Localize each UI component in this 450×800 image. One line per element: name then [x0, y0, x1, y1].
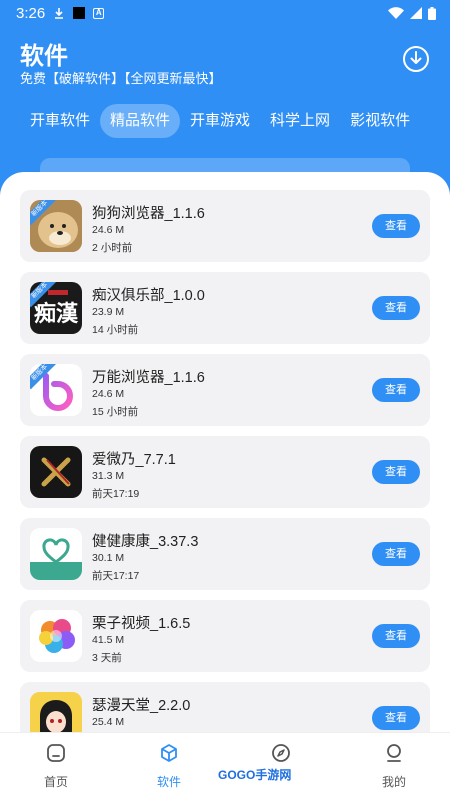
- view-button[interactable]: 查看: [372, 542, 420, 566]
- nav-home-label: 首页: [43, 775, 68, 789]
- notification-icon: [73, 7, 86, 19]
- app-size: 41.5 M: [92, 634, 125, 646]
- nav-mine[interactable]: 我的: [354, 743, 434, 790]
- category-tabs: 开車软件 精品软件 开車游戏 科学上网 影视软件: [20, 104, 420, 138]
- download-icon[interactable]: [402, 45, 430, 73]
- app-name: 万能浏览器_1.1.6: [92, 370, 205, 386]
- doge-icon: 新版本: [30, 200, 82, 252]
- list-item[interactable]: 栗子视频_1.6.5 41.5 M 3 天前 查看: [20, 600, 430, 672]
- cube-icon: [161, 744, 177, 762]
- app-size: 31.3 M: [92, 470, 125, 482]
- app-size: 24.6 M: [92, 224, 125, 236]
- view-button[interactable]: 查看: [372, 624, 420, 648]
- signal-icon: [410, 7, 422, 19]
- app-updated-time: 14 小时前: [92, 324, 139, 336]
- app-size: 25.4 M: [92, 716, 125, 728]
- app-name: 痴汉俱乐部_1.0.0: [92, 288, 205, 304]
- app-updated-time: 2 小时前: [92, 242, 133, 254]
- page-title: 软件: [20, 43, 68, 70]
- app-size: 24.6 M: [92, 388, 125, 400]
- compass-icon: [272, 744, 290, 762]
- app-updated-time: 3 天前: [92, 652, 122, 664]
- view-button[interactable]: 查看: [372, 460, 420, 484]
- list-item[interactable]: 爱微乃_7.7.1 31.3 M 前天17:19 查看: [20, 436, 430, 508]
- nav-mine-label: 我的: [381, 775, 406, 789]
- list-item[interactable]: 新版本 万能浏览器_1.1.6 24.6 M 15 小时前 查看: [20, 354, 430, 426]
- app-updated-time: 前天17:17: [92, 570, 140, 582]
- app-name: 狗狗浏览器_1.1.6: [92, 206, 205, 222]
- app-list: 新版本 狗狗浏览器_1.1.6 24.6 M 2 小时前 查看 痴漢 新版本 痴…: [0, 172, 450, 732]
- header: 3:26 A 软件 免费【破解软件】【全网更新最快】 开車软件 精品软件 开車游…: [0, 0, 450, 200]
- view-button[interactable]: 查看: [372, 378, 420, 402]
- tab-kaiche-software[interactable]: 开車软件: [20, 104, 100, 138]
- app-name: 瑟漫天堂_2.2.0: [92, 698, 191, 714]
- list-item[interactable]: 瑟漫天堂_2.2.0 25.4 M 查看: [20, 682, 430, 732]
- chihan-icon: 痴漢 新版本: [30, 282, 82, 334]
- nav-software[interactable]: 软件: [129, 743, 209, 790]
- page-subtitle: 免费【破解软件】【全网更新最快】: [20, 71, 222, 86]
- a-notification-icon: A: [93, 7, 105, 19]
- download-status-icon: [55, 8, 64, 19]
- home-icon: [47, 744, 65, 762]
- tab-kaiche-games[interactable]: 开車游戏: [180, 104, 260, 138]
- app-updated-time: 15 小时前: [92, 406, 139, 418]
- app-name: 栗子视频_1.6.5: [92, 616, 191, 632]
- anime-girl-icon: [30, 692, 82, 732]
- app-name: 爱微乃_7.7.1: [92, 452, 176, 468]
- tab-vpn[interactable]: 科学上网: [260, 104, 340, 138]
- list-item[interactable]: 痴漢 新版本 痴汉俱乐部_1.0.0 23.9 M 14 小时前 查看: [20, 272, 430, 344]
- battery-icon: [428, 6, 436, 20]
- tab-premium-software[interactable]: 精品软件: [100, 104, 181, 138]
- view-button[interactable]: 查看: [372, 214, 420, 238]
- view-button[interactable]: 查看: [372, 296, 420, 320]
- nav-software-label: 软件: [156, 775, 181, 789]
- list-item[interactable]: 新版本 狗狗浏览器_1.1.6 24.6 M 2 小时前 查看: [20, 190, 430, 262]
- app-name: 健健康康_3.37.3: [92, 534, 199, 550]
- watermark: GOGO手游网: [218, 768, 292, 782]
- app-updated-time: 前天17:19: [92, 488, 140, 500]
- colorful-blob-icon: [30, 610, 82, 662]
- status-bar: 3:26 A: [0, 0, 450, 26]
- status-time: 3:26: [16, 4, 46, 22]
- nav-home[interactable]: 首页: [16, 743, 96, 790]
- x-logo-icon: [30, 446, 82, 498]
- list-item[interactable]: 健健康康_3.37.3 30.1 M 前天17:17 查看: [20, 518, 430, 590]
- heart-logo-icon: [30, 528, 82, 580]
- app-size: 23.9 M: [92, 306, 125, 318]
- user-icon: [387, 744, 401, 762]
- tab-video-software[interactable]: 影视软件: [340, 104, 420, 138]
- view-button[interactable]: 查看: [372, 706, 420, 730]
- wifi-icon: [388, 7, 404, 19]
- b-logo-icon: 新版本: [30, 364, 82, 416]
- app-size: 30.1 M: [92, 552, 125, 564]
